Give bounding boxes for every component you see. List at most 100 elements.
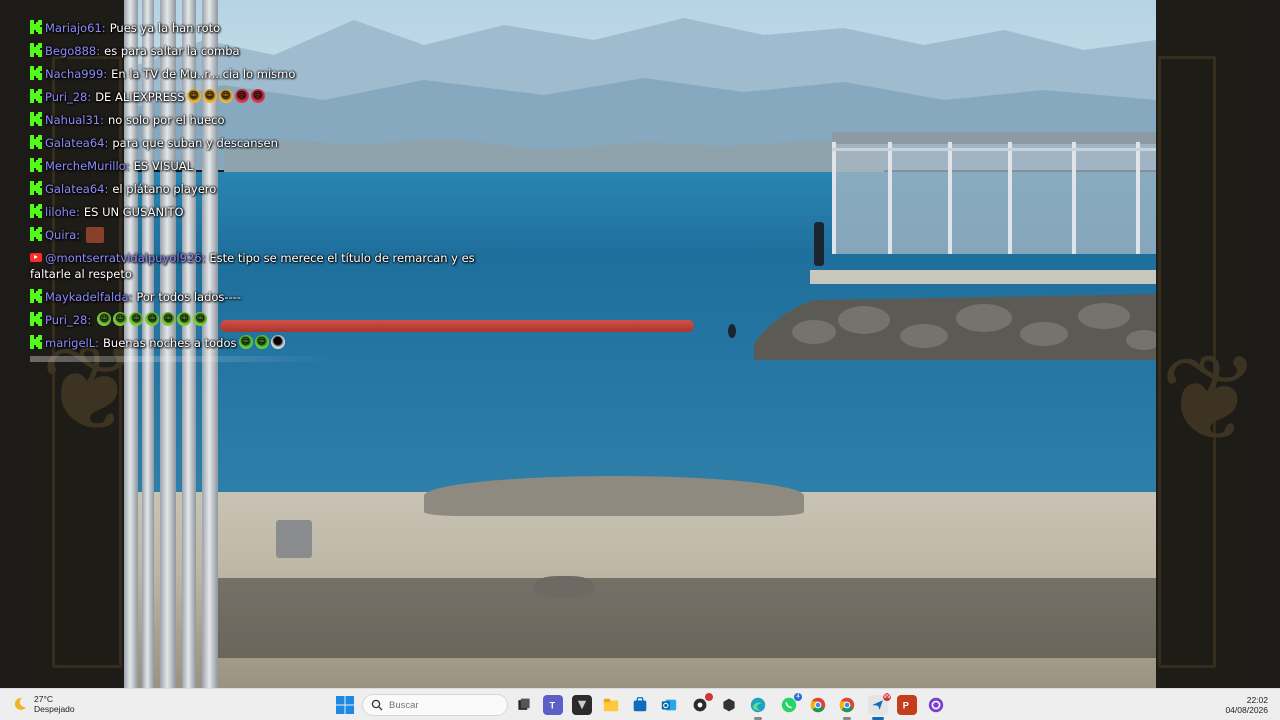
svg-text:T: T xyxy=(550,701,556,711)
chat-username[interactable]: lilohe: xyxy=(45,204,80,220)
grimace-emoji-icon: ☺ xyxy=(97,312,112,326)
chat-message: Galatea64: para que suban y descansen xyxy=(30,135,490,151)
chat-text: DE ALIEXPRESS xyxy=(95,90,185,104)
microsoft-store-icon[interactable] xyxy=(630,695,650,715)
chat-text: ES VISUAL xyxy=(133,159,194,173)
chat-text: Buenas noches a todos xyxy=(103,336,237,350)
chat-username[interactable]: Galatea64: xyxy=(45,135,108,151)
kick-badge-icon xyxy=(30,289,42,303)
chat-username[interactable]: Bego888: xyxy=(45,43,100,59)
chat-overlay: Mariajo61: Pues ya la han roto Bego888: es … xyxy=(30,20,490,362)
green-emoji-icon: ☺ xyxy=(254,335,269,349)
grimace-emoji-icon: ☺ xyxy=(113,312,128,326)
chat-username[interactable]: Nacha999: xyxy=(45,66,107,82)
outlook-icon[interactable] xyxy=(659,695,679,715)
debris-rock xyxy=(534,576,594,598)
rock-jetty xyxy=(754,270,1156,360)
chat-text: En la TV de Mu..r....cia lo mismo xyxy=(111,67,296,81)
whatsapp-icon[interactable]: 4 xyxy=(779,693,802,715)
sticker-emote xyxy=(86,227,105,243)
kick-badge-icon xyxy=(30,181,42,195)
chrome-profile-icon[interactable] xyxy=(837,695,857,720)
chat-username[interactable]: Maykadelfalda: xyxy=(45,289,132,305)
chrome-icon[interactable] xyxy=(808,695,828,715)
clown-emoji-icon: ☺ xyxy=(186,89,201,103)
chat-text: para que suban y descansen xyxy=(112,136,278,150)
whatsapp-badge: 4 xyxy=(794,693,802,701)
app-badge-icon[interactable] xyxy=(690,693,713,715)
notification-dot xyxy=(705,693,713,701)
chat-text: es para saltar la comba xyxy=(104,44,240,58)
ground-shadow xyxy=(204,578,1156,658)
app-cube-icon[interactable] xyxy=(719,695,739,715)
kick-badge-icon xyxy=(30,227,42,241)
app-dark-icon[interactable] xyxy=(572,695,592,715)
kick-badge-icon xyxy=(30,43,42,57)
kick-badge-icon xyxy=(30,135,42,149)
chat-username[interactable]: marigelL: xyxy=(45,335,99,351)
taskbar: 27°C Despejado T xyxy=(0,688,1280,720)
edge-icon[interactable] xyxy=(748,695,768,720)
clock-date: 04/08/2026 xyxy=(1225,705,1268,715)
obs-icon[interactable] xyxy=(926,695,946,715)
chat-message: lilohe: ES UN GUSANITO xyxy=(30,204,490,220)
kick-badge-icon xyxy=(30,158,42,172)
flourish-right: ❦ xyxy=(1160,330,1261,469)
taskbar-search[interactable] xyxy=(362,694,508,716)
kick-badge-icon xyxy=(30,112,42,126)
kick-badge-icon xyxy=(30,204,42,218)
moon-icon xyxy=(14,697,26,710)
chat-text: el plátano playero xyxy=(112,182,217,196)
windows-start-icon[interactable] xyxy=(336,696,354,714)
chat-message: MercheMurillo: ES VISUAL xyxy=(30,158,490,174)
shoreline-rocks xyxy=(424,476,804,516)
chat-message: Bego888: es para saltar la comba xyxy=(30,43,490,59)
alien-emoji-icon: ☻ xyxy=(270,335,285,349)
grimace-emoji-icon: ☺ xyxy=(193,312,208,326)
clown-emoji-icon: ☺ xyxy=(202,89,217,103)
task-view-icon[interactable] xyxy=(514,695,534,715)
chat-message: Nacha999: En la TV de Mu..r....cia lo mis… xyxy=(30,66,490,82)
chat-message: Puri_28: ☺ ☺ ☺ ☺ ☺ ☺ ☺ xyxy=(30,312,490,328)
chat-text: Por todos lados---- xyxy=(136,290,242,304)
person-on-jetty xyxy=(814,222,824,266)
chat-username[interactable]: Galatea64: xyxy=(45,181,108,197)
youtube-badge-icon xyxy=(30,253,42,262)
chat-text: ES UN GUSANITO xyxy=(83,205,184,219)
kick-badge-icon xyxy=(30,335,42,349)
teams-icon[interactable]: T xyxy=(543,695,563,715)
chat-message: Quira: xyxy=(30,227,490,243)
chat-username[interactable]: Nahual31: xyxy=(45,112,104,128)
kick-badge-icon xyxy=(30,66,42,80)
clown-emoji-icon: ☺ xyxy=(218,89,233,103)
chat-username[interactable]: Puri_28: xyxy=(45,89,91,105)
chat-message: Puri_28: DE ALIEXPRESS ☺ ☺ ☺ ☹ ☹ xyxy=(30,89,490,105)
angry-emoji-icon: ☹ xyxy=(250,89,265,103)
search-input[interactable] xyxy=(389,699,499,711)
chat-username[interactable]: @montserratvidalpuyol926: xyxy=(45,251,205,265)
chat-message: Nahual31: no solo por el hueco xyxy=(30,112,490,128)
powerpoint-icon[interactable]: P xyxy=(897,695,917,715)
grimace-emoji-icon: ☺ xyxy=(177,312,192,326)
file-explorer-icon[interactable] xyxy=(601,695,621,715)
chat-username[interactable]: MercheMurillo: xyxy=(45,158,130,174)
chat-username[interactable]: Quira: xyxy=(45,227,80,243)
svg-text:P: P xyxy=(903,701,909,711)
border-fence xyxy=(832,132,1156,254)
chat-message: Galatea64: el plátano playero xyxy=(30,181,490,197)
chat-text: Pues ya la han roto xyxy=(109,21,221,35)
remote-app-icon[interactable]: 99 xyxy=(868,693,891,720)
chat-fade-edge xyxy=(30,356,330,362)
chat-username[interactable]: Puri_28: xyxy=(45,312,91,328)
chat-message: Mariajo61: Pues ya la han roto xyxy=(30,20,490,36)
green-emoji-icon: ☺ xyxy=(238,335,253,349)
system-clock[interactable]: 22:02 04/08/2026 xyxy=(1225,695,1268,715)
kick-badge-icon xyxy=(30,20,42,34)
screen: ❦ ❦ Mariajo61: Pues ya la han roto Bego8… xyxy=(0,0,1280,720)
chat-username[interactable]: Mariajo61: xyxy=(45,20,106,36)
grimace-emoji-icon: ☺ xyxy=(145,312,160,326)
chat-message: @montserratvidalpuyol926: Este tipo se me… xyxy=(30,250,490,282)
grimace-emoji-icon: ☺ xyxy=(161,312,176,326)
weather-widget[interactable]: 27°C Despejado xyxy=(12,694,75,714)
chat-message: Maykadelfalda: Por todos lados---- xyxy=(30,289,490,305)
